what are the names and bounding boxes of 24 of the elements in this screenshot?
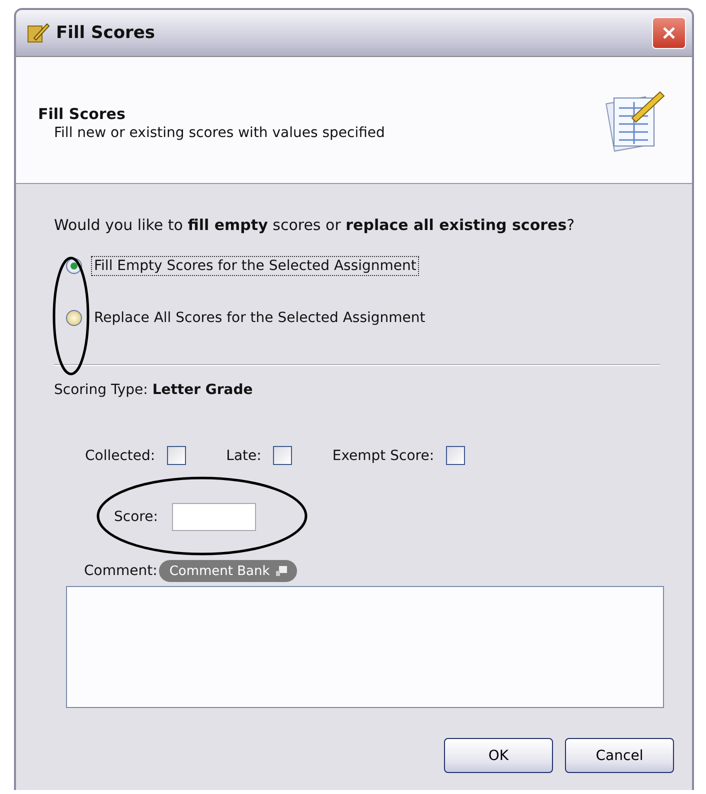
comment-bank-button[interactable]: Comment Bank: [159, 560, 297, 582]
dialog-button[interactable]: OK: [444, 738, 553, 773]
popup-icon: [276, 566, 287, 576]
close-icon: [662, 26, 676, 40]
window-title: Fill Scores: [56, 23, 156, 43]
checkbox[interactable]: [446, 446, 466, 465]
notepad-pencil-icon: [26, 22, 50, 44]
header-title: Fill Scores: [38, 105, 126, 123]
checkbox[interactable]: [273, 446, 292, 465]
scoring-type-text: Scoring Type: Letter Grade: [54, 382, 254, 398]
checkbox-label: Exempt Score:: [332, 448, 434, 464]
close-button[interactable]: [652, 17, 686, 49]
checkbox-label: Collected:: [85, 448, 156, 464]
score-label: Score:: [114, 509, 158, 525]
dialog-button[interactable]: Cancel: [565, 738, 674, 773]
header-subtitle: Fill new or existing scores with values specified: [53, 125, 386, 141]
question-text: Would you like to fill empty scores or replace all existing scores?: [54, 216, 576, 234]
checkbox-label: Late:: [226, 448, 262, 464]
comment-label: Comment:: [84, 563, 158, 579]
score-input[interactable]: [172, 503, 256, 531]
radio-button[interactable]: [66, 310, 82, 326]
radio-label[interactable]: Replace All Scores for the Selected Assignment: [91, 308, 428, 328]
checkbox[interactable]: [167, 446, 186, 465]
radio-label[interactable]: Fill Empty Scores for the Selected Assignment: [91, 256, 420, 276]
